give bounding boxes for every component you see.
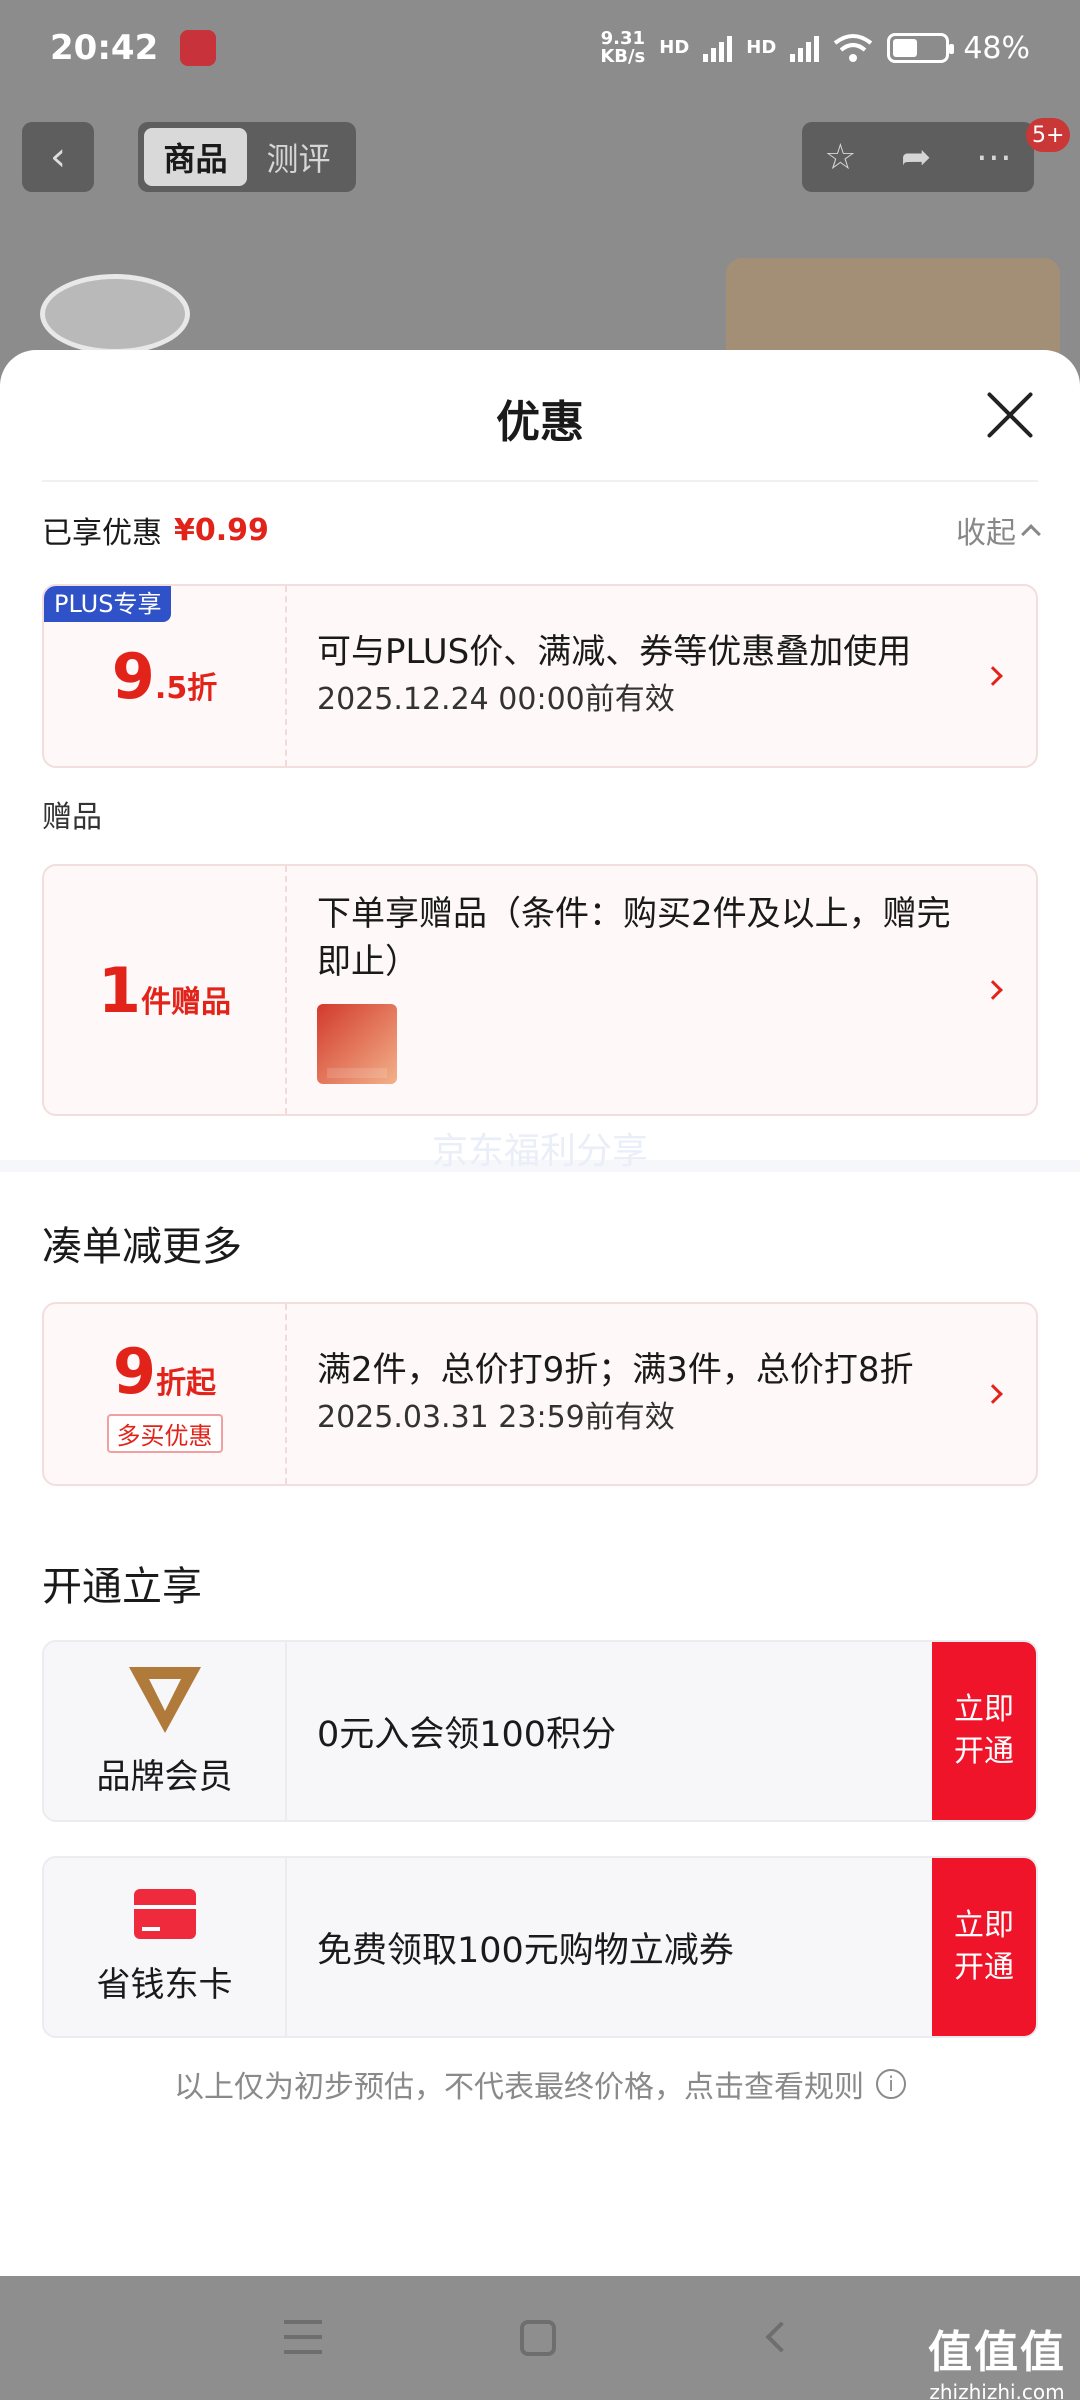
plus-valid: 2025.12.24 00:00前有效	[317, 682, 675, 717]
bundle-heading: 凑单减更多	[42, 1224, 242, 1270]
bundle-desc: 满2件，总价打9折；满3件，总价打8折	[317, 1350, 914, 1390]
chevron-right-icon	[983, 666, 1003, 686]
savings-card-desc: 免费领取100元购物立减券	[317, 1930, 734, 1971]
status-indicators: 9.31 KB/s HD HD 48%	[600, 30, 1030, 66]
plus-value-unit: .5折	[154, 670, 218, 706]
battery-icon	[887, 33, 955, 63]
status-time: 20:42	[50, 28, 159, 68]
more-icon[interactable]: ⋯	[976, 137, 1012, 178]
chevron-right-icon	[983, 980, 1003, 1000]
tab-group: 商品 测评	[138, 122, 356, 192]
chevron-left-icon: ‹	[50, 134, 66, 180]
multi-buy-tag: 多买优惠	[106, 1414, 223, 1453]
star-icon[interactable]: ☆	[824, 137, 856, 178]
gift-value-main: 1	[97, 953, 142, 1027]
gift-value-unit: 件赠品	[141, 984, 232, 1020]
watermark-text: 京东福利分享	[431, 1131, 648, 1172]
share-icon[interactable]: ➦	[901, 137, 931, 178]
home-icon[interactable]	[520, 2320, 556, 2356]
join-brand-member-button[interactable]: 立即开通	[932, 1642, 1036, 1820]
tab-review[interactable]: 测评	[247, 128, 350, 186]
menu-icon[interactable]	[284, 2320, 322, 2354]
plus-discount-card[interactable]: PLUS专享 9 .5折 可与PLUS价、满减、券等优惠叠加使用 2025.12…	[42, 584, 1038, 768]
notification-badge: 5+	[1026, 118, 1071, 152]
collapse-label: 收起	[956, 516, 1016, 551]
enjoyed-amount: ¥0.99	[174, 512, 269, 548]
bundle-discount-card[interactable]: 9 折起 多买优惠 满2件，总价打9折；满3件，总价打8折 2025.03.31…	[42, 1302, 1038, 1486]
hd-indicator-1: HD	[659, 37, 690, 58]
enjoyed-row: 已享优惠 ¥0.99 收起	[42, 508, 1041, 552]
site-watermark: 值值值 zhizhizhi.com	[928, 2327, 1066, 2400]
signal-icon	[703, 34, 733, 62]
system-nav-bar	[0, 2276, 1080, 2400]
chevron-up-icon	[1021, 524, 1041, 544]
savings-card-card: 省钱东卡 免费领取100元购物立减券 立即开通	[42, 1856, 1038, 2038]
member-heading: 开通立享	[42, 1564, 202, 1610]
brand-member-card: 品牌会员 0元入会领100积分 立即开通	[42, 1640, 1038, 1822]
plus-desc: 可与PLUS价、满减、券等优惠叠加使用	[317, 632, 912, 672]
battery-percent: 48%	[963, 30, 1030, 66]
back-button[interactable]: ‹	[22, 122, 94, 192]
brand-logo	[40, 274, 190, 354]
join-savings-card-button[interactable]: 立即开通	[932, 1858, 1036, 2036]
signal-icon-2	[790, 34, 820, 62]
tab-product[interactable]: 商品	[144, 128, 247, 186]
gift-desc: 下单享赠品（条件：购买2件及以上，赠完即止）	[317, 894, 951, 982]
network-speed: 9.31 KB/s	[600, 28, 646, 67]
bundle-valid: 2025.03.31 23:59前有效	[317, 1400, 675, 1435]
chevron-right-icon	[983, 1384, 1003, 1404]
collapse-button[interactable]: 收起	[956, 508, 1041, 552]
sheet-title: 优惠	[496, 397, 584, 448]
bundle-value-main: 9	[112, 1335, 157, 1408]
hd-indicator-2: HD	[746, 37, 777, 58]
sheet-header: 优惠	[42, 350, 1038, 482]
info-icon: i	[876, 2069, 906, 2099]
status-bar: 20:42 9.31 KB/s HD HD 48%	[0, 0, 1080, 96]
nav-actions: ☆ ➦ ⋯	[802, 122, 1034, 192]
app-notification-icon	[180, 30, 217, 66]
wifi-icon	[834, 34, 873, 62]
bundle-value-unit: 折起	[156, 1366, 217, 1401]
gift-section-label: 赠品	[42, 800, 102, 835]
plus-card-value: PLUS专享 9 .5折	[44, 586, 287, 766]
credit-card-icon	[133, 1888, 196, 1939]
rules-link[interactable]: 以上仅为初步预估，不代表最终价格，点击查看规则 i	[0, 2062, 1080, 2106]
gift-thumbnail	[317, 1004, 397, 1084]
discount-sheet: 优惠 已享优惠 ¥0.99 收起 PLUS专享 9 .5折 可与PLUS价、满减…	[0, 350, 1080, 2276]
brand-member-name: 品牌会员	[96, 1756, 233, 1797]
brand-member-icon	[128, 1666, 201, 1733]
savings-card-name: 省钱东卡	[96, 1964, 233, 2005]
disclaimer-text: 以上仅为初步预估，不代表最终价格，点击查看规则	[174, 2070, 864, 2105]
plus-tag: PLUS专享	[44, 586, 172, 622]
plus-value-main: 9	[111, 639, 155, 713]
back-icon[interactable]	[765, 2321, 797, 2353]
brand-member-desc: 0元入会领100积分	[317, 1714, 617, 1755]
enjoyed-label: 已享优惠	[42, 516, 162, 551]
gift-card[interactable]: 1 件赠品 下单享赠品（条件：购买2件及以上，赠完即止）	[42, 864, 1038, 1116]
close-icon[interactable]	[982, 388, 1038, 444]
